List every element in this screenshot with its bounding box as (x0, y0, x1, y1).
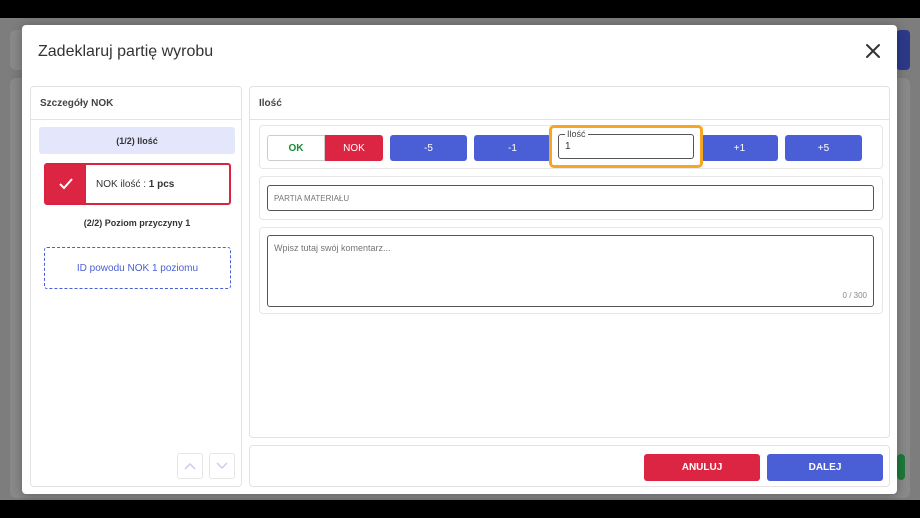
minus-5-button[interactable]: -5 (390, 135, 467, 161)
quantity-field-highlight: Ilość (549, 125, 703, 168)
comment-section: 0 / 300 (259, 227, 883, 314)
plus-1-button[interactable]: +1 (701, 135, 778, 161)
close-icon[interactable] (865, 43, 881, 59)
check-icon (46, 165, 86, 203)
plus-5-button[interactable]: +5 (785, 135, 862, 161)
quantity-input[interactable] (565, 141, 685, 152)
minus-1-button[interactable]: -1 (474, 135, 551, 161)
material-batch-input[interactable] (267, 185, 874, 211)
scroll-down-button[interactable] (209, 453, 235, 479)
declare-batch-dialog: Zadeklaruj partię wyrobu Szczegóły NOK (… (22, 25, 897, 494)
background-button (896, 30, 910, 70)
comment-char-counter: 0 / 300 (842, 291, 867, 300)
nok-quantity-value: 1 pcs (148, 178, 175, 190)
nok-quantity-card[interactable]: NOK ilość : 1 pcs (44, 163, 231, 205)
quantity-field: Ilość (558, 129, 694, 159)
material-batch-section (259, 176, 883, 220)
next-button[interactable]: DALEJ (767, 454, 883, 481)
quantity-panel: Ilość OK NOK -5 -1 +1 +5 Ilość 0 / 300 (249, 86, 890, 438)
nok-quantity-prefix: NOK ilość : (96, 178, 149, 190)
background-button (897, 454, 905, 480)
quantity-header: Ilość (250, 87, 889, 120)
chevron-down-icon (216, 462, 228, 470)
quantity-controls: OK NOK -5 -1 +1 +5 Ilość (259, 125, 883, 169)
ok-toggle[interactable]: OK (267, 135, 325, 161)
dialog-title: Zadeklaruj partię wyrobu (38, 43, 214, 60)
cancel-button[interactable]: ANULUJ (644, 454, 760, 481)
chevron-up-icon (184, 462, 196, 470)
dialog-footer: ANULUJ DALEJ (249, 445, 890, 487)
step-reason-level[interactable]: (2/2) Poziom przyczyny 1 (39, 218, 235, 228)
nok-toggle[interactable]: NOK (325, 135, 383, 161)
nok-details-header: Szczegóły NOK (31, 87, 241, 120)
nok-reason-selector[interactable]: ID powodu NOK 1 poziomu (44, 247, 231, 289)
nok-quantity-text: NOK ilość : 1 pcs (86, 179, 174, 190)
comment-textarea[interactable] (267, 235, 874, 307)
step-quantity[interactable]: (1/2) Ilość (39, 127, 235, 154)
nok-details-panel: Szczegóły NOK (1/2) Ilość NOK ilość : 1 … (30, 86, 242, 487)
quantity-field-label: Ilość (565, 129, 588, 139)
scroll-up-button[interactable] (177, 453, 203, 479)
